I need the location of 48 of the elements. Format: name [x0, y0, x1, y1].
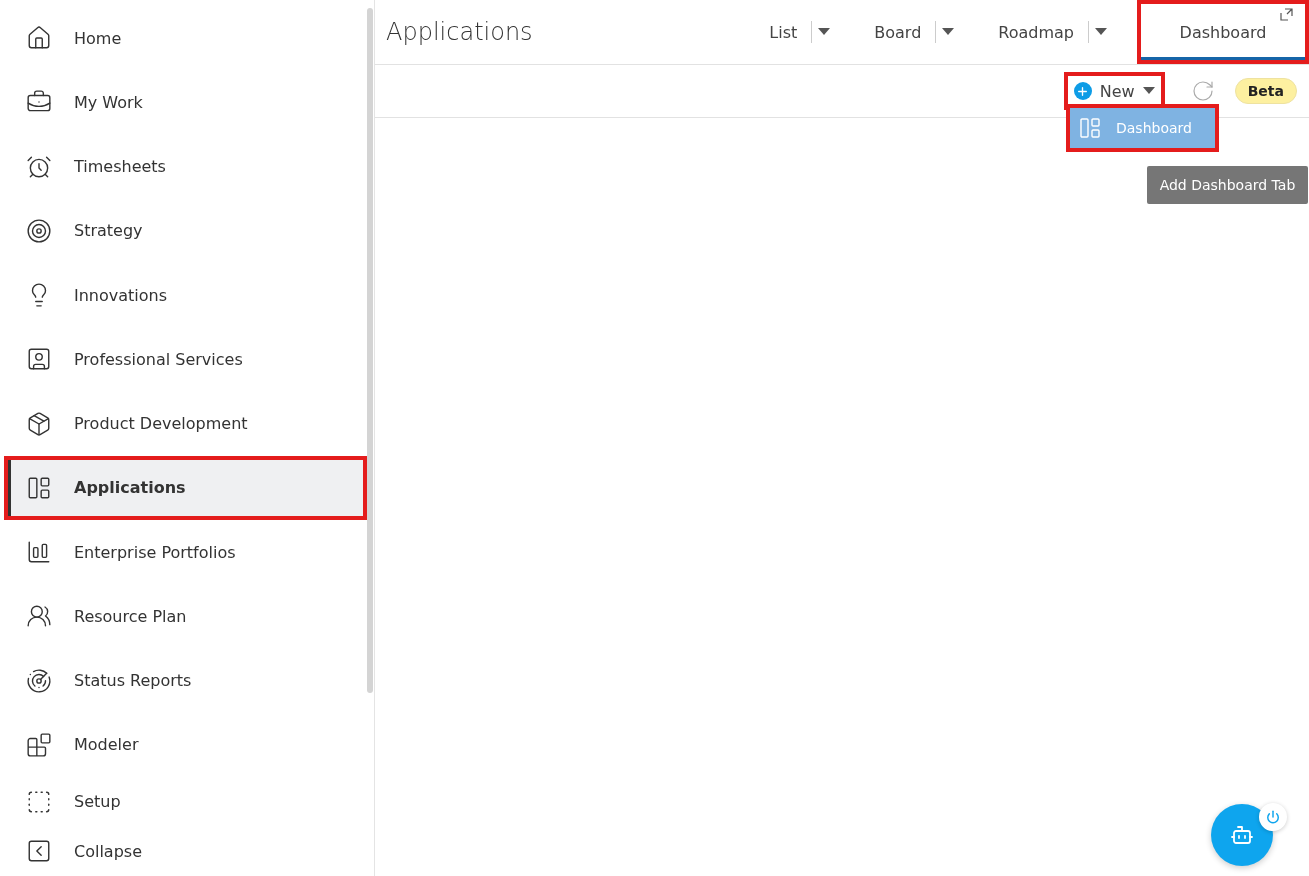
sidebar-item-label: Status Reports — [74, 671, 192, 691]
sidebar-item[interactable]: Strategy — [4, 198, 367, 263]
sidebar-item[interactable]: Applications — [4, 455, 367, 521]
sidebar-item[interactable]: Setup — [4, 777, 367, 827]
sidebar-item-label: Resource Plan — [74, 606, 187, 626]
sidebar-item-label: Applications — [74, 478, 186, 498]
view-tab[interactable]: Board — [860, 0, 936, 64]
sidebar-item[interactable]: My Work — [4, 70, 367, 135]
sidebar-item[interactable]: Professional Services — [4, 327, 367, 392]
beta-badge: Beta — [1234, 78, 1297, 104]
view-tab[interactable]: List — [755, 0, 812, 64]
sidebar-item-label: Modeler — [74, 735, 139, 755]
expand-icon[interactable] — [1280, 8, 1293, 21]
sidebar-item[interactable]: Collapse — [4, 826, 367, 876]
page-title: Applications — [386, 18, 534, 46]
sidebar-item-label: Home — [74, 28, 122, 48]
sidebar-item-label: Setup — [74, 792, 121, 812]
radar-icon — [26, 667, 52, 694]
view-tab[interactable]: Roadmap — [984, 0, 1088, 64]
grid-icon — [1078, 116, 1102, 140]
chatbot-button[interactable] — [1211, 804, 1273, 866]
sidebar-item[interactable]: Innovations — [4, 263, 367, 328]
box-icon — [26, 410, 52, 437]
sidebar-item[interactable]: Modeler — [4, 712, 367, 778]
robot-icon — [1230, 823, 1254, 847]
blocks-icon — [26, 731, 52, 758]
sidebar-item[interactable]: Resource Plan — [4, 584, 367, 649]
view-tab[interactable]: Dashboard — [1137, 0, 1309, 64]
sidebar-item[interactable]: Enterprise Portfolios — [4, 520, 367, 585]
sidebar-item-label: My Work — [74, 92, 143, 112]
sidebar-item-label: Enterprise Portfolios — [74, 542, 236, 562]
sidebar-item[interactable]: Home — [4, 6, 367, 71]
sidebar-item-label: Professional Services — [74, 349, 243, 369]
power-icon — [1266, 810, 1280, 824]
target-icon — [26, 217, 52, 244]
tooltip: Add Dashboard Tab — [1147, 166, 1308, 204]
sidebar-item-label: Innovations — [74, 285, 168, 305]
caret-icon — [1142, 87, 1155, 95]
sidebar-item-label: Product Development — [74, 414, 248, 434]
sidebar-item-label: Collapse — [74, 841, 142, 861]
sidebar-item[interactable]: Status Reports — [4, 648, 367, 713]
sidebar-item[interactable]: Timesheets — [4, 134, 367, 199]
sidebar-item-label: Timesheets — [74, 157, 166, 177]
sidebar-item-label: Strategy — [74, 221, 143, 241]
sidebar-item[interactable]: Product Development — [4, 391, 367, 456]
scrollbar[interactable] — [367, 8, 373, 693]
power-button[interactable] — [1259, 803, 1287, 831]
plus-icon — [1073, 82, 1092, 100]
